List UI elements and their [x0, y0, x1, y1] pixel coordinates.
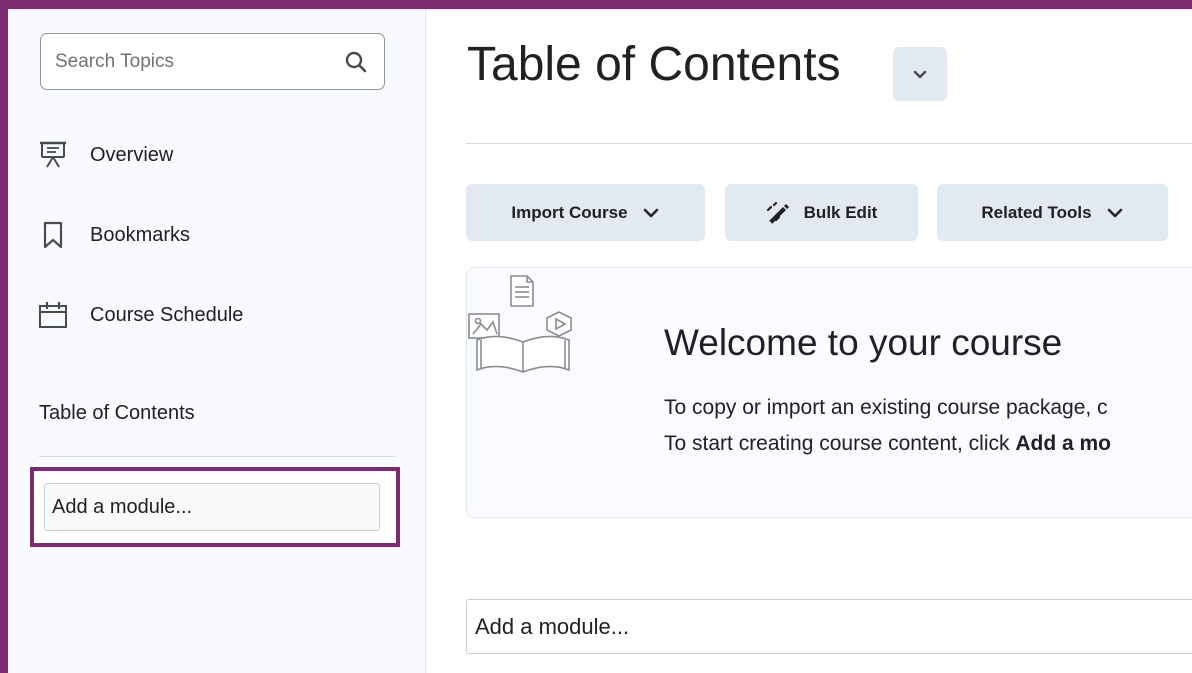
title-dropdown-button[interactable]	[893, 47, 947, 101]
calendar-icon	[38, 300, 68, 330]
chevron-down-icon	[642, 207, 660, 219]
bulk-edit-button[interactable]: Bulk Edit	[725, 184, 918, 241]
sidebar-item-label: Bookmarks	[90, 223, 191, 246]
add-module-input[interactable]	[44, 483, 380, 531]
toc-heading[interactable]: Table of Contents	[39, 402, 195, 425]
welcome-heading: Welcome to your course	[664, 322, 1063, 363]
welcome-text-prefix: To start creating course content, click	[664, 432, 1016, 455]
import-course-button[interactable]: Import Course	[466, 184, 705, 241]
chevron-down-icon	[912, 68, 928, 80]
welcome-text-line-2: To start creating course content, click …	[664, 432, 1111, 456]
bulk-edit-label: Bulk Edit	[803, 202, 878, 222]
divider	[466, 143, 1192, 144]
add-module-link-text: Add a mo	[1015, 432, 1111, 455]
welcome-text-line-1: To copy or import an existing course pac…	[664, 396, 1108, 419]
page-title: Table of Contents	[467, 38, 841, 91]
pencil-icon	[766, 201, 792, 224]
main-content: Table of Contents Import Course Bulk Edi…	[427, 9, 1192, 673]
add-module-highlight	[30, 467, 400, 547]
search-box[interactable]	[40, 33, 385, 90]
sidebar-item-course-schedule[interactable]: Course Schedule	[38, 295, 243, 335]
add-module-input-main[interactable]	[466, 599, 1192, 654]
chevron-down-icon	[1106, 207, 1124, 219]
bookmark-icon	[38, 220, 68, 250]
search-input[interactable]	[55, 44, 335, 80]
divider	[39, 456, 395, 457]
sidebar-item-bookmarks[interactable]: Bookmarks	[38, 215, 190, 255]
presentation-icon	[38, 140, 68, 170]
sidebar-item-label: Overview	[90, 143, 174, 166]
sidebar-item-overview[interactable]: Overview	[38, 135, 173, 175]
related-tools-label: Related Tools	[981, 202, 1092, 222]
sidebar: Overview Bookmarks Course Schedule Table…	[8, 9, 426, 673]
book-illustration-icon	[467, 274, 579, 379]
related-tools-button[interactable]: Related Tools	[937, 184, 1168, 241]
import-course-label: Import Course	[511, 202, 628, 222]
sidebar-item-label: Course Schedule	[90, 303, 244, 326]
welcome-card: Welcome to your course To copy or import…	[466, 267, 1192, 518]
search-icon[interactable]	[344, 50, 368, 74]
